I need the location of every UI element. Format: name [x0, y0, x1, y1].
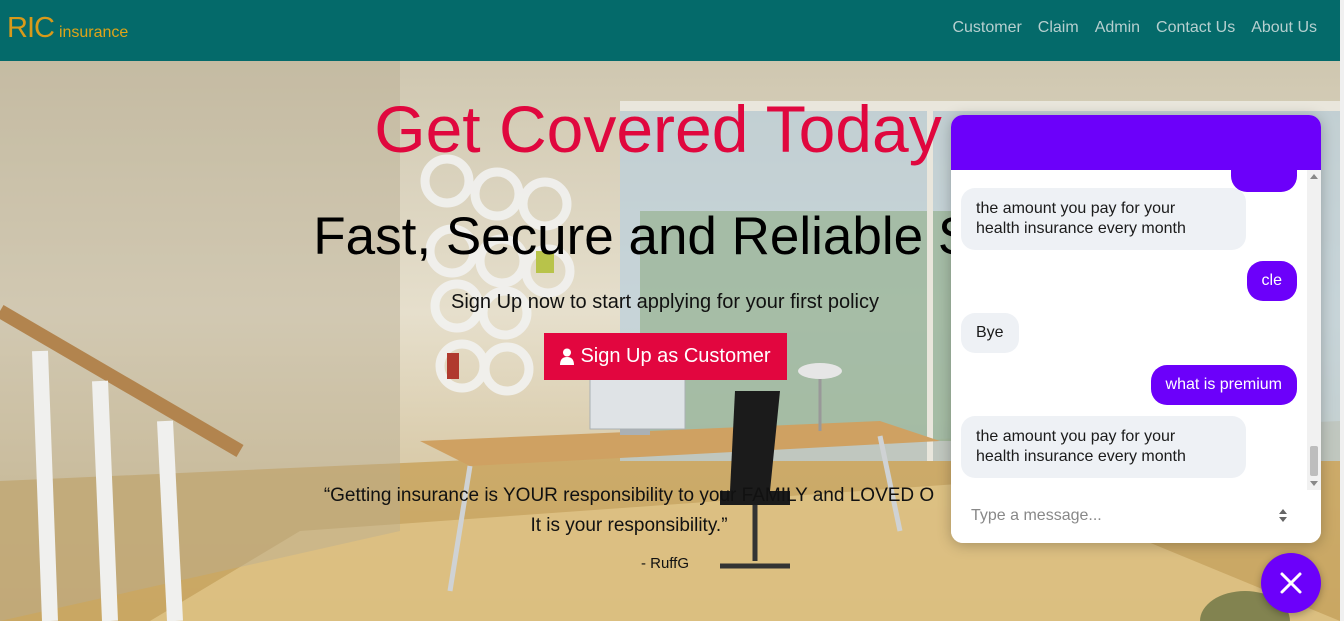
navbar: RIC insurance Customer Claim Admin Conta… — [0, 0, 1344, 61]
chat-header — [951, 115, 1321, 170]
chat-message-text: the amount you pay for your — [976, 428, 1176, 445]
user-icon — [560, 348, 575, 365]
chat-message-user: cle — [1246, 261, 1297, 301]
signup-customer-button[interactable]: Sign Up as Customer — [544, 333, 787, 380]
chat-message-bot: the amount you pay for your health insur… — [961, 188, 1246, 250]
quote-author: - RuffG — [640, 555, 690, 572]
chat-message-user-partial — [1231, 170, 1297, 192]
chat-message-text: the amount you pay for your — [976, 200, 1176, 217]
brand-name: RIC — [7, 12, 55, 44]
chat-message-input[interactable] — [959, 498, 1293, 534]
nav-link-customer[interactable]: Customer — [952, 19, 1021, 37]
brand-logo[interactable]: RIC insurance — [7, 12, 128, 45]
chat-message-bot: Bye — [961, 313, 1019, 353]
scroll-up-arrow-icon[interactable] — [1310, 174, 1318, 179]
chat-input-area — [951, 490, 1321, 543]
nav-links: Customer Claim Admin Contact Us About Us — [952, 19, 1317, 37]
chat-message-list[interactable]: the amount you pay for your health insur… — [951, 170, 1307, 490]
nav-link-claim[interactable]: Claim — [1038, 19, 1079, 37]
chat-scrollbar[interactable] — [1307, 170, 1321, 490]
chat-message-text: health insurance every month — [976, 220, 1186, 237]
chat-scroll-thumb[interactable] — [1310, 446, 1318, 476]
chat-message-text: Bye — [976, 324, 1004, 341]
nav-link-admin[interactable]: Admin — [1095, 19, 1140, 37]
chat-message-text: what is premium — [1165, 376, 1282, 393]
page-scrollbar[interactable] — [1340, 0, 1344, 621]
signup-button-label: Sign Up as Customer — [580, 345, 771, 367]
scroll-down-arrow-icon[interactable] — [1310, 481, 1318, 486]
chat-message-bot: the amount you pay for your health insur… — [961, 416, 1246, 478]
input-spinner-icon[interactable] — [1278, 509, 1288, 525]
nav-link-about-us[interactable]: About Us — [1251, 19, 1317, 37]
chat-window: the amount you pay for your health insur… — [951, 115, 1321, 543]
chat-message-user: what is premium — [1150, 365, 1297, 405]
close-icon — [1280, 572, 1302, 594]
chat-message-text: health insurance every month — [976, 448, 1186, 465]
chat-message-text: cle — [1261, 272, 1282, 289]
nav-link-contact-us[interactable]: Contact Us — [1156, 19, 1235, 37]
brand-tagline: insurance — [58, 24, 129, 41]
chat-toggle-button[interactable] — [1261, 553, 1321, 613]
